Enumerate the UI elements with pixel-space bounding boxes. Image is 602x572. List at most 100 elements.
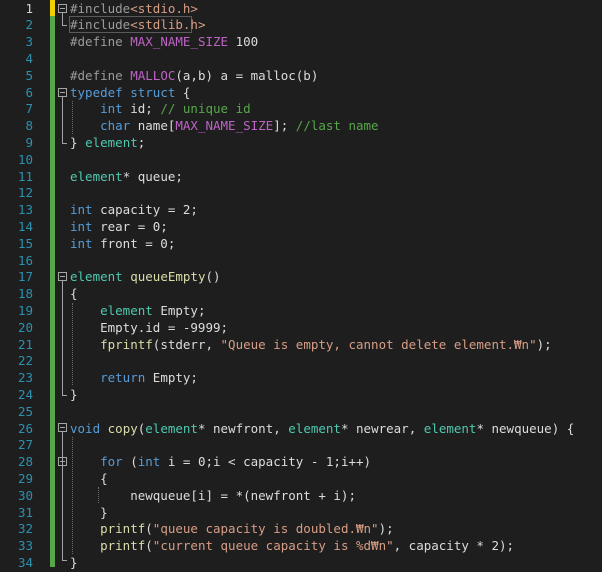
code-token: ( — [145, 538, 153, 554]
code-token: element — [70, 269, 123, 285]
outline-bracket-end — [62, 395, 67, 396]
code-token: "current queue capacity is %d₩n" — [152, 538, 394, 554]
code-line[interactable]: return Empty; — [70, 370, 198, 387]
outline-bracket — [62, 13, 63, 25]
code-token: name[ — [130, 118, 176, 134]
code-line[interactable]: printf("current queue capacity is %d₩n",… — [70, 538, 514, 555]
code-line[interactable]: fprintf(stderr, "Queue is empty, cannot … — [70, 337, 552, 354]
code-line[interactable]: void copy(element* newfront, element* ne… — [70, 421, 574, 438]
line-number: 11 — [17, 168, 33, 184]
code-token: printf — [100, 521, 146, 537]
code-token: <stdio.h> — [130, 0, 198, 16]
collapse-icon[interactable] — [58, 272, 67, 281]
change-indicator — [50, 16, 55, 567]
code-token: , capacity * 2); — [393, 538, 515, 554]
code-line[interactable]: Empty.id = -9999; — [70, 320, 228, 337]
code-token: struct — [130, 84, 176, 100]
code-line[interactable]: int id; // unique id — [70, 101, 251, 118]
collapse-icon[interactable] — [58, 88, 67, 97]
code-token: newqueue[i] = *(newfront + i); — [70, 487, 356, 503]
line-number: 8 — [25, 118, 33, 134]
code-token: capacity = 2; — [92, 202, 198, 218]
code-token: fprintf — [100, 336, 153, 352]
code-line[interactable]: element queueEmpty() — [70, 269, 221, 286]
code-token: typedef — [70, 84, 123, 100]
code-line[interactable]: int capacity = 2; — [70, 202, 198, 219]
code-line[interactable]: newqueue[i] = *(newfront + i); — [70, 488, 356, 505]
code-line[interactable]: } element; — [70, 135, 145, 152]
code-token: #include — [70, 0, 131, 16]
collapse-icon[interactable] — [58, 4, 67, 13]
code-token: <stdlib.h> — [130, 17, 206, 33]
code-line[interactable]: element Empty; — [70, 303, 205, 320]
code-line[interactable]: typedef struct { — [70, 85, 190, 102]
code-token: element — [288, 420, 341, 436]
code-line[interactable]: char name[MAX_NAME_SIZE]; //last name — [70, 118, 378, 135]
code-token: ]; — [273, 118, 296, 134]
line-number: 5 — [25, 67, 33, 83]
code-line[interactable]: element* queue; — [70, 169, 183, 186]
change-indicator — [50, 0, 55, 16]
code-line[interactable]: #define MAX_NAME_SIZE 100 — [70, 34, 258, 51]
code-line[interactable]: { — [70, 471, 108, 488]
line-number: 12 — [17, 185, 33, 201]
code-token: ); — [378, 521, 394, 537]
outline-bracket — [62, 97, 63, 143]
code-token: element — [423, 420, 477, 436]
code-token: #include — [70, 17, 131, 33]
line-number: 13 — [17, 202, 33, 218]
code-line[interactable]: for (int i = 0;i < capacity - 1;i++) — [70, 454, 371, 471]
code-line[interactable]: } — [70, 387, 78, 404]
code-line[interactable]: printf("queue capacity is doubled.₩n"); — [70, 521, 394, 538]
code-token: MALLOC — [130, 67, 176, 83]
line-number: 16 — [17, 252, 33, 268]
code-token: "queue capacity is doubled.₩n" — [152, 521, 379, 537]
line-number: 22 — [17, 353, 33, 369]
code-token: { — [70, 286, 78, 302]
code-token: char — [100, 118, 131, 134]
code-token: element — [100, 302, 153, 318]
outline-bracket — [62, 432, 63, 560]
line-number: 18 — [17, 286, 33, 302]
code-token: MAX_NAME_SIZE — [175, 118, 274, 134]
code-token: ); — [536, 336, 552, 352]
code-line[interactable]: #include<stdlib.h> — [70, 17, 205, 34]
line-number: 15 — [17, 235, 33, 251]
code-line[interactable]: #define MALLOC(a,b) a = malloc(b) — [70, 68, 318, 85]
collapse-icon[interactable] — [58, 457, 67, 466]
line-number: 33 — [17, 538, 33, 554]
line-number: 10 — [17, 151, 33, 167]
outline-bracket-end — [62, 25, 67, 26]
code-token: #define — [70, 67, 131, 83]
collapse-icon[interactable] — [58, 423, 67, 432]
code-line[interactable]: int front = 0; — [70, 236, 175, 253]
code-token: * newfront, — [197, 420, 289, 436]
code-token: * newrear, — [340, 420, 424, 436]
code-token: int — [70, 218, 93, 234]
code-token: queueEmpty — [130, 269, 206, 285]
code-line[interactable]: { — [70, 286, 78, 303]
line-number: 21 — [17, 336, 33, 352]
code-token: Empty; — [145, 370, 198, 386]
code-line[interactable]: #include<stdio.h> — [70, 1, 198, 18]
code-token: MAX_NAME_SIZE — [130, 34, 229, 50]
code-token: i = 0;i < capacity - 1;i++) — [160, 454, 372, 470]
code-line[interactable]: int rear = 0; — [70, 219, 168, 236]
code-token: } — [70, 386, 78, 402]
code-token: // unique id — [160, 101, 251, 117]
line-number: 27 — [17, 437, 33, 453]
code-token: void — [70, 420, 101, 436]
code-editor[interactable]: 1 2 3 4 5 6 7 8 9 10 11 12 13 14 15 16 17 18 19 20 21 22 23 24 2… — [0, 0, 602, 572]
line-number: 7 — [25, 101, 33, 117]
code-line[interactable]: } — [70, 505, 108, 522]
code-token: (a,b) a = malloc(b) — [175, 67, 319, 83]
code-line[interactable]: } — [70, 555, 78, 572]
code-token: ( — [145, 521, 153, 537]
